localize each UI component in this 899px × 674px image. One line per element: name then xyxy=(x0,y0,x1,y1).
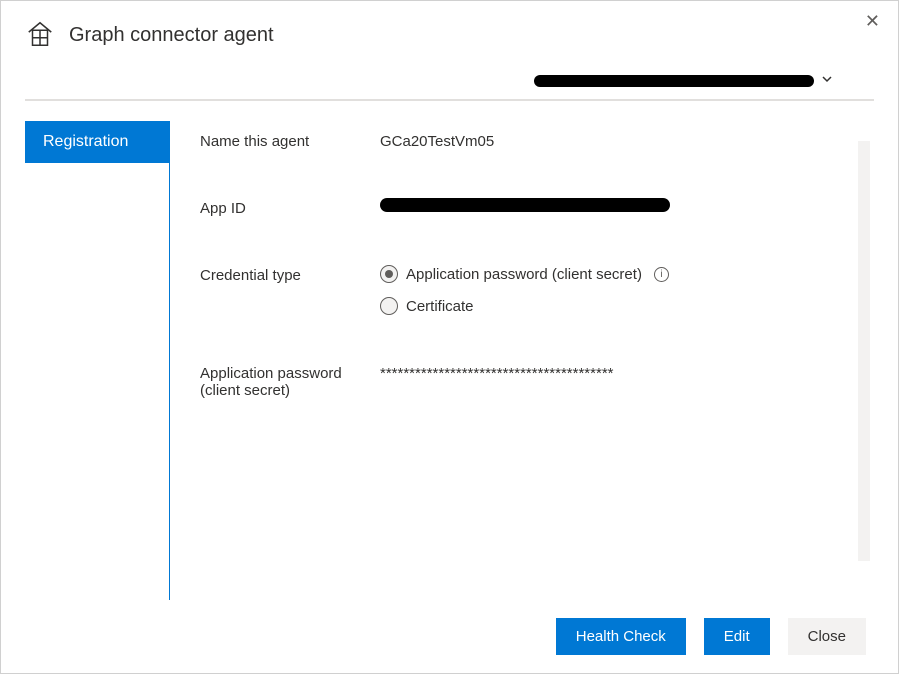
row-appid: App ID xyxy=(200,198,874,217)
dialog-header: Graph connector agent ✕ xyxy=(1,1,898,62)
sidebar: Registration xyxy=(25,121,170,600)
edit-button[interactable]: Edit xyxy=(704,618,770,655)
close-icon[interactable]: ✕ xyxy=(865,11,880,32)
value-app-password: **************************************** xyxy=(380,363,614,382)
row-app-password: Application password (client secret) ***… xyxy=(200,363,874,399)
radio-item-password[interactable]: Application password (client secret) i xyxy=(380,265,669,283)
radio-item-certificate[interactable]: Certificate xyxy=(380,297,669,315)
account-dropdown-row xyxy=(25,62,874,101)
close-button[interactable]: Close xyxy=(788,618,866,655)
value-appid-redacted xyxy=(380,198,670,212)
radio-button-password[interactable] xyxy=(380,265,398,283)
agent-icon xyxy=(25,19,55,52)
account-dropdown-value-redacted xyxy=(534,75,814,87)
content-area: Registration Name this agent GCa20TestVm… xyxy=(1,101,898,600)
value-name: GCa20TestVm05 xyxy=(380,131,494,150)
tab-registration[interactable]: Registration xyxy=(25,121,169,163)
dialog-title: Graph connector agent xyxy=(69,24,274,47)
info-icon[interactable]: i xyxy=(654,267,669,282)
radio-dot-icon xyxy=(385,270,393,278)
chevron-down-icon[interactable] xyxy=(820,72,834,89)
health-check-button[interactable]: Health Check xyxy=(556,618,686,655)
row-name: Name this agent GCa20TestVm05 xyxy=(200,131,874,150)
label-name: Name this agent xyxy=(200,131,380,150)
dialog-footer: Health Check Edit Close xyxy=(1,600,898,673)
radio-button-certificate[interactable] xyxy=(380,297,398,315)
radio-label-password: Application password (client secret) xyxy=(406,266,642,283)
label-app-password: Application password (client secret) xyxy=(200,363,380,399)
label-appid: App ID xyxy=(200,198,380,217)
label-credential-type: Credential type xyxy=(200,265,380,284)
dialog: Graph connector agent ✕ Registration Nam… xyxy=(0,0,899,674)
radio-label-certificate: Certificate xyxy=(406,298,474,315)
form-area: Name this agent GCa20TestVm05 App ID Cre… xyxy=(190,121,874,600)
credential-radio-group: Application password (client secret) i C… xyxy=(380,265,669,315)
row-credential-type: Credential type Application password (cl… xyxy=(200,265,874,315)
